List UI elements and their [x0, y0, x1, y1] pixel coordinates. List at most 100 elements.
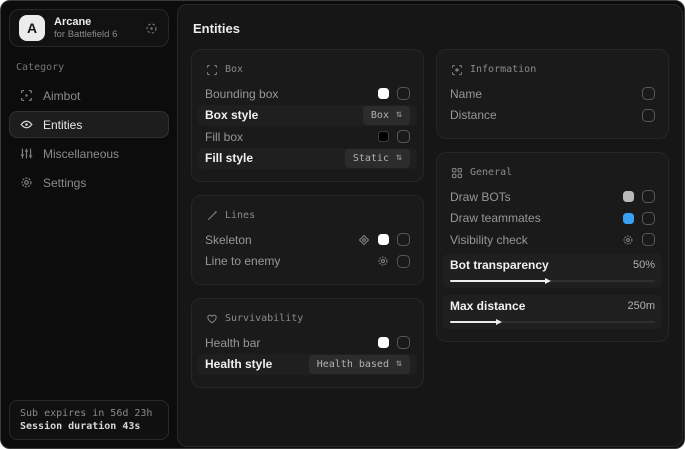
setting-row: Fill box	[205, 126, 410, 148]
setting-label: Name	[450, 87, 482, 101]
brand-card: A Arcane for Battlefield 6	[9, 9, 169, 47]
line-icon	[205, 209, 218, 222]
health-bar-checkbox[interactable]	[397, 336, 410, 349]
sidebar-item-label: Aimbot	[43, 89, 80, 103]
slider-thumb-icon[interactable]	[496, 319, 502, 325]
setting-label: Fill box	[205, 130, 243, 144]
slider-thumb-icon[interactable]	[545, 278, 551, 284]
setting-row: Health style Health based ⇅	[198, 354, 417, 376]
subscription-card: Sub expires in 56d 23h Session duration …	[9, 400, 169, 440]
color-swatch[interactable]	[623, 191, 634, 202]
sub-expiry-text: Sub expires in 56d 23h	[20, 408, 158, 419]
chevron-updown-icon: ⇅	[396, 153, 402, 163]
setting-label: Max distance	[450, 299, 525, 313]
name-checkbox[interactable]	[642, 87, 655, 100]
draw-teammates-checkbox[interactable]	[642, 212, 655, 225]
setting-label: Visibility check	[450, 233, 528, 247]
setting-label: Health bar	[205, 336, 260, 350]
setting-row: Box style Box ⇅	[198, 105, 417, 127]
eye-icon[interactable]	[357, 233, 370, 246]
dropdown-value: Health based	[317, 359, 389, 370]
color-swatch[interactable]	[378, 88, 389, 99]
setting-row: Bounding box	[205, 83, 410, 105]
gear-icon	[19, 176, 33, 190]
gear-icon[interactable]	[621, 233, 634, 246]
setting-row-slider: Bot transparency 50%	[443, 254, 662, 288]
chevron-updown-icon: ⇅	[396, 110, 402, 120]
setting-label: Fill style	[205, 151, 253, 165]
gear-icon[interactable]	[376, 255, 389, 268]
app-window: A Arcane for Battlefield 6 Category	[0, 0, 685, 449]
fill-style-dropdown[interactable]: Static ⇅	[345, 149, 410, 168]
sidebar-item-label: Miscellaneous	[43, 147, 119, 161]
grid-icon	[450, 166, 463, 179]
draw-bots-checkbox[interactable]	[642, 190, 655, 203]
sidebar-item-settings[interactable]: Settings	[9, 169, 169, 196]
sidebar: A Arcane for Battlefield 6 Category	[1, 1, 177, 448]
session-duration-text: Session duration 43s	[20, 421, 158, 432]
heart-icon	[205, 312, 218, 325]
distance-checkbox[interactable]	[642, 109, 655, 122]
chevron-updown-icon: ⇅	[396, 359, 402, 369]
setting-row: Skeleton	[205, 229, 410, 251]
brand-text: Arcane for Battlefield 6	[54, 16, 117, 40]
setting-label: Bounding box	[205, 87, 278, 101]
health-style-dropdown[interactable]: Health based ⇅	[309, 355, 410, 374]
color-swatch[interactable]	[378, 234, 389, 245]
visibility-check-checkbox[interactable]	[642, 233, 655, 246]
bot-transparency-slider[interactable]	[450, 280, 655, 282]
setting-row: Draw teammates	[450, 208, 655, 230]
panel-information: Information Name Distance	[436, 49, 669, 139]
color-swatch[interactable]	[378, 337, 389, 348]
sidebar-item-miscellaneous[interactable]: Miscellaneous	[9, 140, 169, 167]
panel-title: Survivability	[225, 313, 303, 324]
panel-title: General	[470, 167, 512, 178]
box-icon	[205, 63, 218, 76]
sidebar-nav: Aimbot Entities Miscellaneous	[9, 82, 169, 196]
setting-label: Skeleton	[205, 233, 252, 247]
panel-title: Information	[470, 64, 536, 75]
box-style-dropdown[interactable]: Box ⇅	[363, 106, 410, 125]
setting-row: Distance	[450, 105, 655, 127]
setting-label: Bot transparency	[450, 258, 549, 272]
app-logo: A	[19, 15, 45, 41]
setting-label: Box style	[205, 108, 258, 122]
information-icon	[450, 63, 463, 76]
setting-label: Draw teammates	[450, 211, 541, 225]
fill-box-checkbox[interactable]	[397, 130, 410, 143]
setting-label: Line to enemy	[205, 254, 280, 268]
panel-title: Lines	[225, 210, 255, 221]
crosshair-icon	[19, 89, 33, 103]
sidebar-item-entities[interactable]: Entities	[9, 111, 169, 138]
color-swatch[interactable]	[623, 213, 634, 224]
slider-value: 50%	[633, 259, 655, 271]
page-title: Entities	[193, 21, 667, 36]
sliders-icon	[19, 147, 33, 161]
app-title: Arcane	[54, 16, 117, 28]
eye-icon	[19, 118, 33, 132]
app-subtitle: for Battlefield 6	[54, 29, 117, 40]
panel-box: Box Bounding box Box style Box	[191, 49, 424, 182]
sidebar-item-label: Entities	[43, 118, 82, 132]
category-label: Category	[16, 62, 162, 73]
panel-survivability: Survivability Health bar Health style	[191, 298, 424, 388]
panel-lines: Lines Skeleton	[191, 195, 424, 285]
setting-row-slider: Max distance 250m	[443, 295, 662, 329]
setting-row: Fill style Static ⇅	[198, 148, 417, 170]
color-swatch[interactable]	[378, 131, 389, 142]
skeleton-checkbox[interactable]	[397, 233, 410, 246]
panel-general: General Draw BOTs Draw teammates	[436, 152, 669, 342]
line-to-enemy-checkbox[interactable]	[397, 255, 410, 268]
setting-label: Health style	[205, 357, 272, 371]
sync-icon[interactable]	[143, 20, 159, 36]
setting-row: Visibility check	[450, 229, 655, 251]
setting-label: Distance	[450, 108, 497, 122]
panel-title: Box	[225, 64, 243, 75]
slider-value: 250m	[627, 300, 655, 312]
dropdown-value: Static	[353, 153, 389, 164]
sidebar-item-label: Settings	[43, 176, 86, 190]
max-distance-slider[interactable]	[450, 321, 655, 323]
setting-label: Draw BOTs	[450, 190, 511, 204]
sidebar-item-aimbot[interactable]: Aimbot	[9, 82, 169, 109]
bounding-box-checkbox[interactable]	[397, 87, 410, 100]
